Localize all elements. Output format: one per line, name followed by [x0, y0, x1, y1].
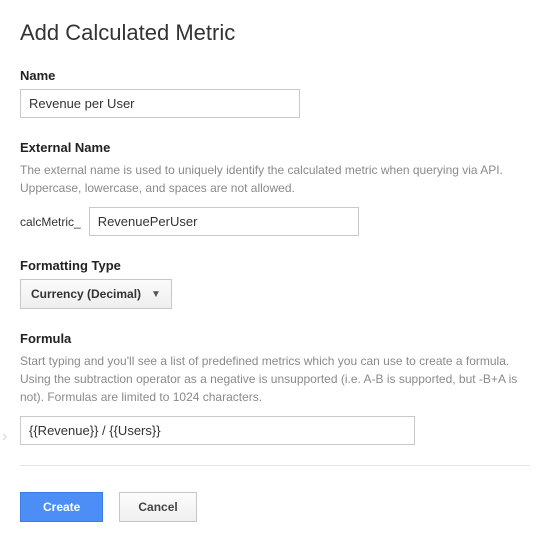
formula-input[interactable] [20, 416, 415, 445]
external-name-input[interactable] [89, 207, 359, 236]
name-label: Name [20, 68, 530, 83]
formula-section: Formula Start typing and you'll see a li… [20, 331, 530, 445]
name-section: Name [20, 68, 530, 118]
external-name-help: The external name is used to uniquely id… [20, 161, 530, 197]
formatting-type-select[interactable]: Currency (Decimal) ▼ [20, 279, 172, 309]
chevron-right-icon: › [2, 428, 7, 446]
formatting-type-selected: Currency (Decimal) [31, 287, 141, 301]
cancel-button[interactable]: Cancel [119, 492, 196, 522]
external-name-label: External Name [20, 140, 530, 155]
formatting-type-section: Formatting Type Currency (Decimal) ▼ [20, 258, 530, 309]
page-title: Add Calculated Metric [20, 20, 530, 46]
formula-label: Formula [20, 331, 530, 346]
chevron-down-icon: ▼ [151, 289, 161, 300]
divider [20, 465, 530, 466]
formula-help: Start typing and you'll see a list of pr… [20, 352, 530, 406]
external-name-prefix: calcMetric_ [20, 215, 81, 229]
formatting-type-label: Formatting Type [20, 258, 530, 273]
create-button[interactable]: Create [20, 492, 103, 522]
external-name-section: External Name The external name is used … [20, 140, 530, 236]
action-row: Create Cancel [20, 492, 530, 522]
name-input[interactable] [20, 89, 300, 118]
